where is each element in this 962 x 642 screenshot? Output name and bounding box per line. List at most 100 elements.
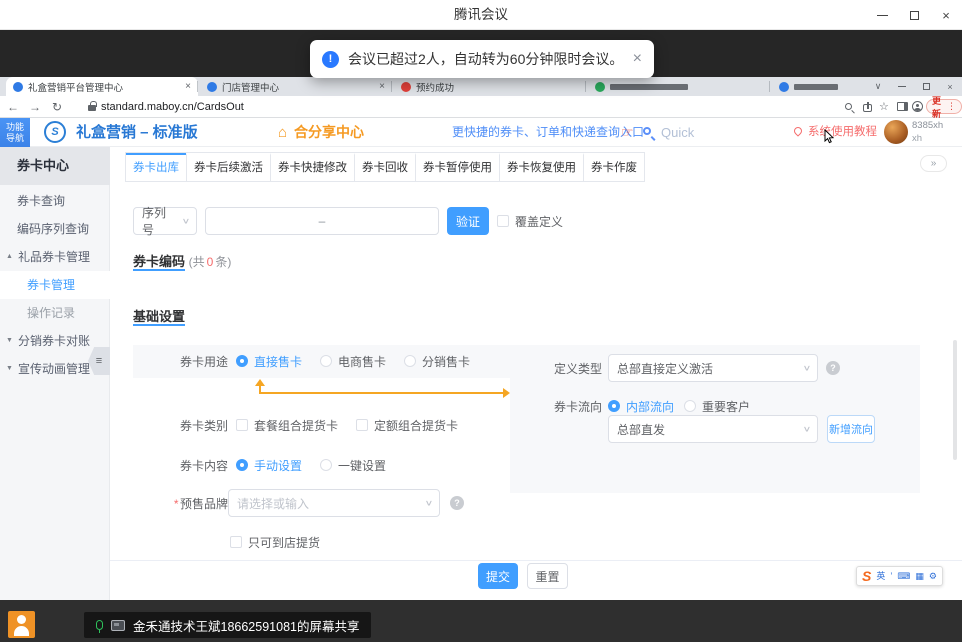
browser-tab[interactable]: 门店管理中心 × — [200, 77, 392, 96]
tab-card-void[interactable]: 券卡作废 — [583, 153, 644, 181]
browser-tab-active[interactable]: 礼盒营销平台管理中心 × — [6, 77, 198, 96]
maximize-button[interactable] — [898, 0, 930, 30]
flow-target-select[interactable]: 总部直发 ∨ — [608, 415, 818, 443]
tab-close-icon[interactable]: × — [185, 81, 191, 92]
ime-punctuation-icon[interactable]: ’ — [890, 572, 892, 581]
user-avatar[interactable] — [884, 120, 908, 144]
zoom-icon[interactable] — [845, 103, 852, 110]
url-text[interactable]: standard.maboy.cn/CardsOut — [101, 96, 244, 118]
browser-minimize-button[interactable] — [890, 77, 914, 96]
option-label: 只可到店提货 — [248, 534, 320, 551]
option-label: 直接售卡 — [254, 353, 302, 370]
radio-icon — [404, 355, 416, 367]
basic-section-title: 基础设置 — [133, 306, 185, 325]
scrollbar-thumb[interactable] — [953, 340, 957, 460]
profile-icon[interactable] — [912, 101, 923, 112]
close-button[interactable]: × — [930, 0, 962, 30]
location-pin-icon — [792, 125, 803, 136]
reload-button[interactable]: ↻ — [48, 96, 66, 118]
bookmark-star-icon[interactable]: ☆ — [879, 96, 889, 118]
checkbox-package-card[interactable]: 套餐组合提货卡 — [236, 417, 338, 434]
definition-type-select[interactable]: 总部直接定义激活 ∨ — [608, 354, 818, 382]
radio-selected-icon — [608, 400, 620, 412]
radio-distribution-sale[interactable]: 分销售卡 — [404, 353, 470, 370]
card-flow-label: 券卡流向 — [554, 398, 602, 415]
collapse-up-icon: ▲ — [6, 243, 13, 271]
radio-onekey-setting[interactable]: 一键设置 — [320, 457, 386, 474]
radio-important-customer[interactable]: 重要客户 — [684, 398, 750, 415]
content-row: 券卡内容 手动设置 一键设置 — [133, 451, 404, 479]
sidebar-item-serial-query[interactable]: 编码序列查询 — [0, 215, 110, 243]
submit-button[interactable]: 提交 — [478, 563, 518, 589]
serial-range-input[interactable]: – — [205, 207, 439, 235]
tab-favicon-icon — [401, 82, 411, 92]
tab-card-resume[interactable]: 券卡恢复使用 — [499, 153, 583, 181]
browser-tab-obscured[interactable] — [588, 77, 768, 96]
browser-tab[interactable]: 预约成功 — [394, 77, 586, 96]
tab-card-suspend[interactable]: 券卡暂停使用 — [415, 153, 499, 181]
brand-row: *预售品牌 — [133, 489, 236, 517]
quick-search-icon[interactable] — [643, 127, 651, 135]
window-controls: × — [866, 0, 962, 30]
tab-card-recycle[interactable]: 券卡回收 — [354, 153, 415, 181]
radio-icon — [320, 459, 332, 471]
share-icon[interactable] — [863, 104, 872, 112]
definition-help-row: ? — [826, 354, 840, 382]
radio-internal-flow[interactable]: 内部流向 — [608, 398, 674, 415]
ime-keyboard-icon[interactable]: ⌨ — [897, 572, 910, 581]
expand-button[interactable]: » — [920, 155, 947, 172]
ime-language-icon[interactable]: 英 — [876, 572, 885, 581]
forward-button[interactable]: → — [26, 96, 44, 118]
tab-label: 预约成功 — [416, 80, 579, 94]
sogou-logo-icon[interactable]: S — [862, 569, 871, 583]
radio-icon — [684, 400, 696, 412]
nav-toggle-button[interactable]: 功能 导航 — [0, 118, 30, 147]
radio-selected-icon — [236, 459, 248, 471]
ime-settings-icon[interactable]: ⚙ — [929, 572, 937, 581]
nav-toggle-label: 导航 — [6, 133, 24, 143]
minimize-button[interactable] — [866, 0, 898, 30]
tab-card-outbound[interactable]: 券卡出库 — [126, 153, 186, 181]
toast-close-icon[interactable]: × — [633, 51, 642, 67]
tab-favicon-icon — [595, 82, 605, 92]
quick-entry-link[interactable]: 更快捷的券卡、订单和快递查询入口 — [452, 118, 644, 147]
sidebar-group-gift-cards[interactable]: ▲ 礼品券卡管理 — [0, 243, 110, 271]
help-icon[interactable]: ? — [826, 361, 840, 375]
side-panel-icon[interactable] — [897, 102, 908, 111]
radio-direct-sale[interactable]: 直接售卡 — [236, 353, 302, 370]
add-flow-button[interactable]: 新增流向 — [827, 415, 875, 443]
usage-row: 券卡用途 直接售卡 电商售卡 分销售卡 — [133, 347, 488, 375]
tutorial-link[interactable]: 系统使用教程 — [808, 118, 877, 147]
radio-ecommerce-sale[interactable]: 电商售卡 — [320, 353, 386, 370]
verify-button[interactable]: 验证 — [447, 207, 489, 235]
browser-tab-obscured[interactable] — [772, 77, 862, 96]
tab-close-icon[interactable]: × — [379, 81, 385, 92]
share-center-link[interactable]: 合分享中心 — [294, 118, 364, 147]
select-placeholder: 请选择或输入 — [237, 495, 309, 512]
tab-card-quick-edit[interactable]: 券卡快捷修改 — [270, 153, 354, 181]
quick-label[interactable]: Quick — [661, 118, 694, 147]
tab-card-activate[interactable]: 券卡后续激活 — [186, 153, 270, 181]
back-button[interactable]: ← — [4, 96, 22, 118]
tab-label: 门店管理中心 — [222, 80, 373, 94]
help-icon[interactable]: ? — [450, 496, 464, 510]
sidebar-item-card-mgmt[interactable]: 券卡管理 — [0, 271, 110, 299]
code-section-title: 券卡编码 (共0条) — [133, 251, 231, 270]
tab-separator — [769, 81, 770, 92]
info-icon: ! — [322, 51, 339, 68]
store-only-row: 只可到店提货 — [230, 528, 338, 556]
ime-toolbox-icon[interactable]: ▦ — [915, 572, 924, 581]
serial-type-select[interactable]: 序列号 ∨ — [133, 207, 197, 235]
checkbox-fixed-card[interactable]: 定额组合提货卡 — [356, 417, 458, 434]
brand-select[interactable]: 请选择或输入 ∨ — [228, 489, 440, 517]
browser-update-button[interactable]: 更新 ⋮ — [926, 99, 962, 114]
checkbox-store-pickup-only[interactable]: 只可到店提货 — [230, 534, 320, 551]
override-checkbox[interactable] — [497, 215, 509, 227]
sidebar-item-card-query[interactable]: 券卡查询 — [0, 187, 110, 215]
tab-label: 礼盒营销平台管理中心 — [28, 80, 179, 94]
browser-addressbar: ← → ↻ standard.maboy.cn/CardsOut ☆ 更新 ⋮ — [0, 96, 962, 118]
sidebar-item-op-log[interactable]: 操作记录 — [0, 299, 110, 327]
reset-button[interactable]: 重置 — [527, 563, 568, 589]
radio-manual-setting[interactable]: 手动设置 — [236, 457, 302, 474]
tab-search-button[interactable]: ∨ — [866, 77, 890, 96]
